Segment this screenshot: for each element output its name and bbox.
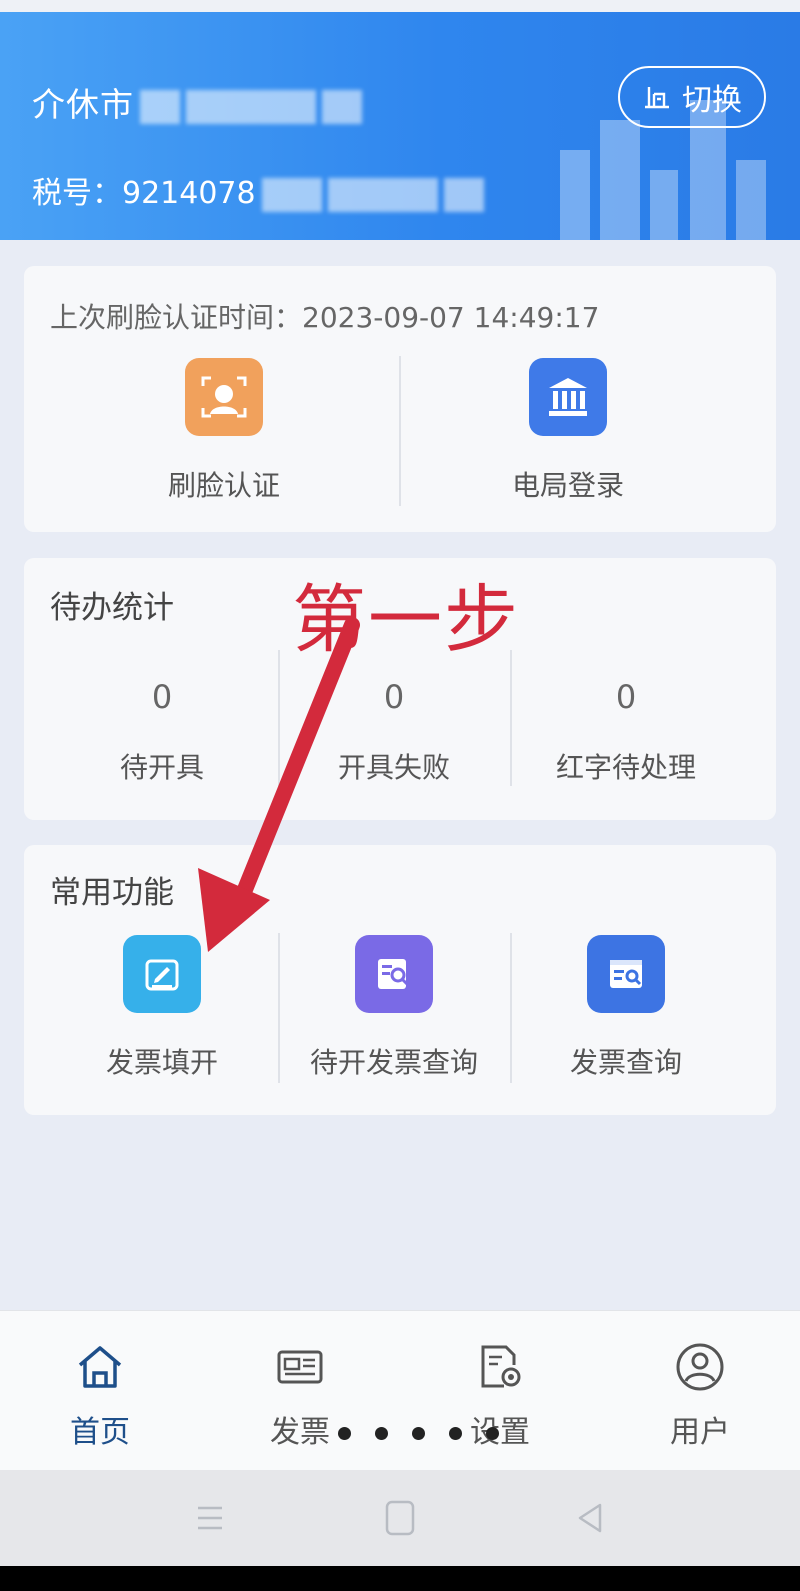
step-annotation: 第一步 — [292, 577, 520, 663]
user-icon — [676, 1343, 724, 1391]
face-scan-icon — [185, 358, 263, 436]
company-name: 介休市 — [32, 78, 362, 126]
redacted-text — [261, 177, 322, 212]
section-title: 待办统计 — [50, 590, 174, 626]
nav-user[interactable]: 用户 — [640, 1341, 760, 1451]
back-icon[interactable] — [572, 1500, 608, 1536]
redacted-text — [140, 89, 180, 124]
pending-invoice-search-icon — [355, 935, 433, 1013]
invoice-search-tile[interactable]: 发票查询 — [546, 935, 706, 1081]
redacted-text — [186, 89, 316, 124]
pending-invoice-search-tile[interactable]: 待开发票查询 — [300, 935, 488, 1081]
invoice-search-icon — [587, 935, 665, 1013]
divider — [278, 933, 280, 1083]
loading-dots — [338, 1427, 499, 1440]
divider — [510, 933, 512, 1083]
bank-building-icon — [529, 358, 607, 436]
system-nav-bar — [0, 1470, 800, 1566]
bottom-nav: 首页 发票 设置 用户 — [0, 1310, 800, 1471]
home-square-icon[interactable] — [382, 1498, 418, 1538]
invoice-icon — [277, 1350, 323, 1384]
stat-red-pending[interactable]: 0 红字待处理 — [510, 678, 742, 786]
switch-icon — [645, 87, 669, 109]
auth-card: 上次刷脸认证时间：2023-09-07 14:49:17 刷脸认证 电局登录 — [24, 266, 776, 532]
home-icon — [78, 1346, 122, 1388]
invoice-fill-tile[interactable]: 发票填开 — [82, 935, 242, 1081]
nav-home[interactable]: 首页 — [40, 1341, 160, 1451]
stat-pending[interactable]: 0 待开具 — [46, 678, 278, 786]
common-functions-card: 常用功能 发票填开 待开发票查询 发票查询 — [24, 845, 776, 1115]
redacted-text — [322, 89, 362, 124]
menu-icon[interactable] — [192, 1500, 228, 1536]
screen-bottom-edge — [0, 1566, 800, 1591]
divider — [399, 356, 401, 506]
settings-icon — [481, 1345, 521, 1388]
bureau-login-tile[interactable]: 电局登录 — [488, 358, 648, 504]
face-auth-tile[interactable]: 刷脸认证 — [144, 358, 304, 504]
redacted-text — [327, 177, 438, 212]
switch-button[interactable]: 切换 — [618, 66, 766, 128]
section-title: 常用功能 — [50, 875, 174, 911]
last-auth-time: 上次刷脸认证时间：2023-09-07 14:49:17 — [50, 301, 600, 334]
stat-failed[interactable]: 0 开具失败 — [278, 678, 510, 786]
redacted-text — [443, 177, 484, 212]
edit-invoice-icon — [123, 935, 201, 1013]
tax-number: 税号：9214078 — [32, 168, 484, 212]
header: 介休市 税号：9214078 切换 — [0, 0, 800, 240]
